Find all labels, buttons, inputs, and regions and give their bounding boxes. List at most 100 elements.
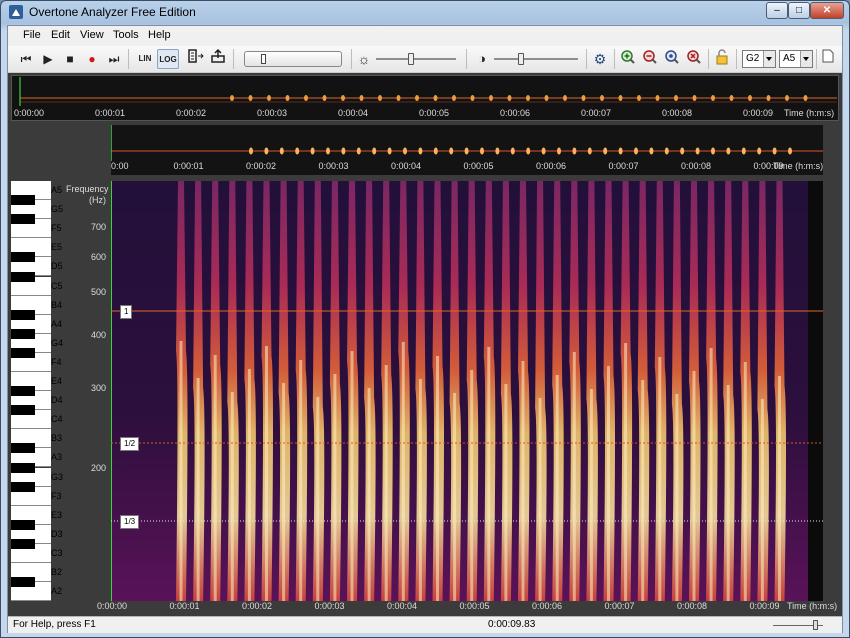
spectrogram-pulse-core bbox=[470, 370, 474, 601]
overview-blip bbox=[470, 95, 475, 101]
piano-key-black[interactable] bbox=[11, 443, 35, 454]
overview-blip bbox=[378, 95, 382, 101]
piano-key-black[interactable] bbox=[11, 481, 35, 492]
maximize-button[interactable]: □ bbox=[788, 2, 810, 19]
harmonic-marker-half[interactable]: 1/2 bbox=[120, 437, 140, 451]
brightness-slider-thumb[interactable] bbox=[408, 53, 414, 65]
title-bar[interactable]: Overtone Analyzer Free Edition – □ ✕ bbox=[1, 1, 849, 23]
menu-file[interactable]: File bbox=[23, 29, 41, 41]
low-note-select-value: G2 bbox=[746, 53, 760, 64]
piano-key-black[interactable] bbox=[11, 462, 35, 473]
overview-blip bbox=[766, 95, 771, 101]
piano-key-black[interactable] bbox=[11, 519, 35, 530]
zoom-out-icon[interactable] bbox=[640, 49, 660, 69]
overview-time-label: 0:00:06 bbox=[500, 108, 531, 118]
spectrogram-pulse-core bbox=[418, 379, 422, 601]
export-icon[interactable] bbox=[208, 48, 228, 69]
waveform-blip bbox=[449, 147, 454, 155]
spectrogram-panel[interactable]: 1 1/2 1/3 bbox=[111, 181, 823, 601]
analysis-area: 0:00:00 0:00:01 0:00:02 0:00:03 0:00:04 0:00:… bbox=[8, 73, 842, 616]
play-icon[interactable]: ▶ bbox=[38, 49, 58, 69]
menu-help[interactable]: Help bbox=[148, 29, 171, 41]
overview-blip bbox=[489, 95, 493, 101]
status-zoom-slider-thumb[interactable] bbox=[813, 620, 818, 630]
zoom-fit-icon[interactable] bbox=[662, 49, 682, 69]
frequency-tick-label: 500 bbox=[90, 287, 106, 297]
overview-axis-unit: Time (h:m:s) bbox=[784, 108, 835, 118]
spectrogram-time-label: 0:00:03 bbox=[314, 601, 345, 611]
contrast-slider[interactable] bbox=[494, 58, 578, 60]
brightness-slider[interactable] bbox=[376, 58, 456, 60]
waveform-time-label: 0:00:07 bbox=[608, 161, 639, 171]
piano-key-black[interactable] bbox=[11, 538, 35, 549]
overview-time-label: 0:00:04 bbox=[338, 108, 369, 118]
piano-key-black[interactable] bbox=[11, 309, 35, 320]
menu-tools[interactable]: Tools bbox=[113, 29, 139, 41]
piano-key-black[interactable] bbox=[11, 328, 35, 339]
piano-key-black[interactable] bbox=[11, 386, 35, 397]
harmonic-marker-1[interactable]: 1 bbox=[120, 305, 133, 319]
spectrogram-pulse-core bbox=[230, 392, 234, 601]
piano-note-label: D3 bbox=[51, 528, 63, 539]
overview-blip bbox=[526, 95, 530, 101]
high-note-select[interactable]: A5 bbox=[779, 50, 813, 68]
settings-gear-icon[interactable]: ⚙ bbox=[590, 49, 610, 69]
spectrogram-pulse-core bbox=[316, 397, 320, 601]
menu-view[interactable]: View bbox=[80, 29, 104, 41]
piano-key-black[interactable] bbox=[11, 195, 35, 206]
zoom-reset-icon[interactable] bbox=[684, 49, 704, 69]
position-scrollbar[interactable] bbox=[244, 51, 342, 67]
minimize-button[interactable]: – bbox=[766, 2, 788, 19]
piano-key-black[interactable] bbox=[11, 252, 35, 263]
spectrogram-pulse-core bbox=[213, 355, 217, 601]
low-note-select[interactable]: G2 bbox=[742, 50, 776, 68]
spectrogram-pulse-core bbox=[350, 351, 354, 601]
spectrogram-pulse-core bbox=[641, 380, 645, 601]
piano-key-black[interactable] bbox=[11, 214, 35, 225]
spectrogram-pulse-core bbox=[572, 352, 576, 601]
piano-key-black[interactable] bbox=[11, 577, 35, 588]
frequency-axis: Frequency (Hz) 700 600 500 400 300 200 bbox=[64, 181, 111, 601]
waveform-panel[interactable]: 0:00 0:00:01 0:00:02 0:00:03 0:00:04 0:00:05 0… bbox=[111, 125, 823, 175]
page-icon[interactable] bbox=[818, 49, 838, 69]
spectrogram-pulse-core bbox=[521, 361, 525, 601]
piano-key-black[interactable] bbox=[11, 347, 35, 358]
piano-key-black[interactable] bbox=[11, 405, 35, 416]
spectrogram-pulse-core bbox=[658, 357, 662, 601]
lin-scale-button[interactable]: LIN bbox=[134, 49, 156, 69]
piano-key-black[interactable] bbox=[11, 271, 35, 282]
toolbar-separator bbox=[736, 49, 737, 69]
lock-icon[interactable] bbox=[712, 49, 732, 69]
close-button[interactable]: ✕ bbox=[810, 2, 844, 19]
position-scrollbar-thumb[interactable] bbox=[261, 54, 266, 64]
piano-note-label: G3 bbox=[51, 471, 64, 482]
overview-blip bbox=[341, 95, 345, 101]
log-scale-button[interactable]: LOG bbox=[157, 49, 179, 69]
toolbar-separator bbox=[233, 49, 234, 69]
overview-blip bbox=[563, 95, 567, 101]
record-icon[interactable]: ● bbox=[82, 49, 102, 69]
overview-blip bbox=[230, 95, 234, 101]
contrast-slider-thumb[interactable] bbox=[518, 53, 524, 65]
piano-keyboard[interactable]: A5 G5 F5 E5 D5 C5 B4 A4 G4 F4 E4 D4 C4 B3 A3 G3 F3 E3 D3 C3… bbox=[11, 181, 68, 601]
piano-note-label: F5 bbox=[51, 223, 62, 234]
skip-back-icon[interactable]: ⏮ bbox=[16, 49, 36, 69]
waveform-axis-unit: Time (h:m:s) bbox=[773, 161, 824, 171]
harmonic-marker-third[interactable]: 1/3 bbox=[120, 515, 140, 529]
spectrogram-pulse-core bbox=[504, 384, 508, 601]
menu-edit[interactable]: Edit bbox=[51, 29, 70, 41]
overview-blip bbox=[711, 95, 715, 101]
overview-time-label: 0:00:03 bbox=[257, 108, 288, 118]
view-mode-icon[interactable] bbox=[186, 49, 206, 69]
toolbar-separator bbox=[816, 49, 817, 69]
skip-forward-icon[interactable]: ⏭ bbox=[104, 49, 124, 69]
zoom-in-icon[interactable] bbox=[618, 49, 638, 69]
waveform-blip bbox=[249, 147, 253, 155]
overview-time-label: 0:00:00 bbox=[14, 108, 45, 118]
stop-icon[interactable]: ■ bbox=[60, 49, 80, 69]
overview-panel[interactable]: 0:00:00 0:00:01 0:00:02 0:00:03 0:00:04 0:00:… bbox=[11, 75, 839, 121]
toolbar: ⏮ ▶ ■ ● ⏭ LIN LOG ☼ ◑ ⚙ G2 A5 bbox=[8, 46, 842, 73]
spectrogram-pulse-core bbox=[333, 374, 337, 601]
status-time: 0:00:09.83 bbox=[488, 619, 536, 630]
app-window: Overtone Analyzer Free Edition – □ ✕ Fil… bbox=[0, 0, 850, 638]
